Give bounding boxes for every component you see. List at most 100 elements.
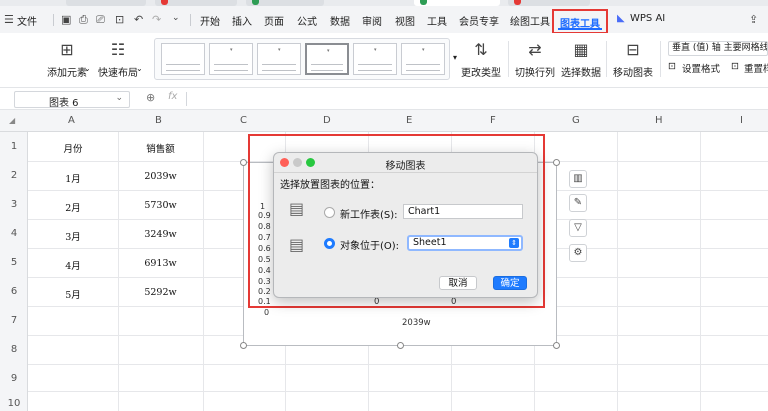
menu-tab-home[interactable]: 开始 [200, 13, 220, 28]
resize-handle[interactable] [553, 159, 560, 166]
row-header[interactable]: 2 [0, 170, 28, 181]
cell-month[interactable]: 4月 [28, 258, 118, 272]
cell-sales[interactable]: 5730w [118, 200, 203, 211]
cell-month[interactable]: 5月 [28, 287, 118, 301]
row-header[interactable]: 6 [0, 286, 28, 297]
column-header-f[interactable]: F [490, 115, 496, 126]
fx-icon[interactable]: fx [168, 91, 177, 102]
cell-b1[interactable]: 销售额 [118, 141, 203, 155]
object-in-label: 对象位于(O): [340, 241, 400, 252]
chart-style-thumb[interactable]: ▾ [257, 43, 301, 75]
chart-filter-icon[interactable]: ▽ [569, 219, 587, 237]
reset-style-button[interactable]: 重置样 [744, 61, 768, 75]
cell-sales[interactable]: 6913w [118, 258, 203, 269]
new-sheet-name-input[interactable]: Chart1 [403, 204, 523, 219]
undo-icon[interactable]: ↶ [134, 13, 143, 26]
chart-settings-icon[interactable]: ⚙ [569, 244, 587, 262]
select-data-button[interactable]: ▦ 选择数据 [559, 40, 603, 79]
column-header-c[interactable]: C [240, 115, 247, 126]
move-chart-button[interactable]: ⊟ 移动图表 [611, 40, 655, 79]
menu-tab-drawing-tools[interactable]: 绘图工具 [510, 13, 550, 28]
column-header-e[interactable]: E [406, 115, 412, 126]
chevron-updown-icon: ⇕ [509, 238, 519, 248]
chart-element-select[interactable]: 垂直 (值) 轴 主要网格线 [668, 41, 768, 56]
menu-tab-member[interactable]: 会员专享 [459, 13, 499, 28]
chevron-down-icon[interactable]: ⌄ [84, 64, 91, 73]
menu-tab-page[interactable]: 页面 [264, 13, 284, 28]
row-header[interactable]: 10 [0, 398, 28, 409]
chart-style-thumb[interactable] [161, 43, 205, 75]
print-icon[interactable]: ⎚ [96, 13, 105, 27]
save-icon[interactable]: ▣ [61, 13, 71, 26]
change-type-icon: ⇅ [474, 40, 488, 59]
resize-handle[interactable] [397, 342, 404, 349]
row-header[interactable]: 5 [0, 257, 28, 268]
zoom-icon[interactable]: ⊕ [146, 91, 155, 104]
name-box[interactable]: 图表 6 ⌄ [14, 91, 130, 109]
chart-style-thumb-selected[interactable]: ▾ [305, 43, 349, 75]
menu-tab-review[interactable]: 审阅 [362, 13, 382, 28]
row-header[interactable]: 8 [0, 344, 28, 355]
switch-row-col-button[interactable]: ⇄ 切换行列 [513, 40, 557, 79]
chevron-down-icon[interactable]: ⌄ [136, 64, 143, 73]
cancel-button[interactable]: 取消 [439, 276, 477, 290]
cell-month[interactable]: 2月 [28, 200, 118, 214]
row-header[interactable]: 9 [0, 373, 28, 384]
new-sheet-radio[interactable] [324, 207, 335, 218]
wps-ai-icon: ◣ [617, 13, 625, 24]
change-type-button[interactable]: ⇅ 更改类型 [458, 40, 504, 79]
gallery-more-icon[interactable]: ▾ [453, 53, 457, 62]
menu-tab-tools[interactable]: 工具 [427, 13, 447, 28]
row-header[interactable]: 3 [0, 199, 28, 210]
row-header[interactable]: 4 [0, 228, 28, 239]
chart-elements-icon[interactable]: ▥ [569, 170, 587, 188]
ok-button[interactable]: 确定 [493, 276, 527, 290]
menu-icon[interactable]: ☰ [4, 13, 14, 26]
column-header-b[interactable]: B [155, 115, 162, 126]
chevron-down-icon[interactable]: ⌄ [172, 13, 180, 23]
resize-handle[interactable] [240, 159, 247, 166]
column-header-g[interactable]: G [572, 115, 580, 126]
cell-sales[interactable]: 5292w [118, 287, 203, 298]
chart-style-thumb[interactable]: ▾ [353, 43, 397, 75]
cell-month[interactable]: 3月 [28, 229, 118, 243]
column-header-d[interactable]: D [323, 115, 331, 126]
menu-tab-insert[interactable]: 插入 [232, 13, 252, 28]
chart-style-thumb[interactable]: ▾ [209, 43, 253, 75]
resize-handle[interactable] [553, 342, 560, 349]
menu-tab-chart-tools[interactable]: 图表工具 [552, 9, 608, 34]
set-format-button[interactable]: 设置格式 [682, 61, 720, 75]
object-in-select[interactable]: Sheet1 ⇕ [407, 235, 523, 251]
cell-month[interactable]: 1月 [28, 171, 118, 185]
resize-handle[interactable] [240, 342, 247, 349]
row-header[interactable]: 7 [0, 315, 28, 326]
formula-bar: 图表 6 ⌄ ⊕ fx [0, 88, 768, 110]
chevron-down-icon[interactable]: ⌄ [115, 93, 123, 103]
menu-file[interactable]: 文件 [17, 13, 37, 28]
chart-style-thumb[interactable]: ▾ [401, 43, 445, 75]
dialog-titlebar: 移动图表 [274, 153, 537, 173]
select-all-corner[interactable]: ◢ [9, 116, 15, 125]
grid-line [28, 364, 768, 365]
chart-style-brush-icon[interactable]: ✎ [569, 194, 587, 212]
quick-layout-button[interactable]: ☷ 快速布局 [96, 40, 140, 79]
menu-wps-ai[interactable]: WPS AI [630, 13, 665, 24]
menu-tab-view[interactable]: 视图 [395, 13, 415, 28]
redo-icon[interactable]: ↷ [152, 13, 161, 26]
column-header-i[interactable]: I [740, 115, 743, 126]
column-header-h[interactable]: H [655, 115, 663, 126]
cloud-upload-icon[interactable]: ⇪ [749, 13, 758, 26]
cell-a1[interactable]: 月份 [28, 141, 118, 155]
cell-sales[interactable]: 3249w [118, 229, 203, 240]
quick-layout-icon: ☷ [110, 40, 126, 59]
object-in-radio[interactable] [324, 238, 335, 249]
column-header-a[interactable]: A [68, 115, 75, 126]
print-preview-icon[interactable]: ⊡ [115, 13, 124, 26]
export-icon[interactable]: ⎙ [79, 13, 88, 27]
menu-tab-data[interactable]: 数据 [330, 13, 350, 28]
menu-tab-formula[interactable]: 公式 [297, 13, 317, 28]
active-tab-underline [558, 28, 602, 30]
add-element-button[interactable]: ⊞ 添加元素 [42, 40, 92, 79]
row-header[interactable]: 1 [0, 141, 28, 152]
cell-sales[interactable]: 2039w [118, 171, 203, 182]
